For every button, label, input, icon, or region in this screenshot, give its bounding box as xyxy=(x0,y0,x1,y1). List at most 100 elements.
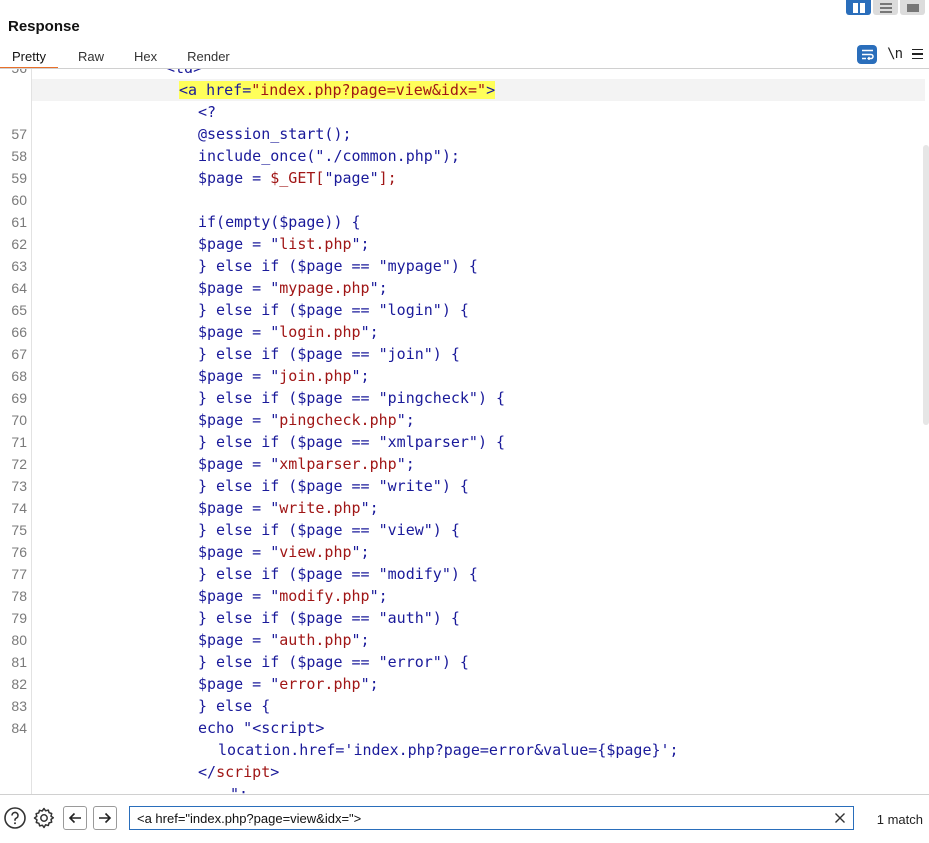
show-newlines-button[interactable]: \n xyxy=(887,46,903,62)
code-text: if(empty($page)) { xyxy=(198,211,361,233)
tab-render[interactable]: Render xyxy=(175,45,242,69)
code-line: 59 $page = $_GET["page"]; xyxy=(0,167,929,189)
code-line: 79} else if ($page == "auth") { xyxy=(0,607,929,629)
code-line: <? xyxy=(0,101,929,123)
code-token: "; xyxy=(351,235,370,253)
code-token: if(empty($page)) { xyxy=(198,213,361,231)
code-line: location.href='index.php?page=error&valu… xyxy=(0,739,929,761)
line-number: 56 xyxy=(0,69,27,79)
line-number: 60 xyxy=(11,192,27,208)
code-token: $page = " xyxy=(198,455,280,473)
code-line: 78 $page = "modify.php"; xyxy=(0,585,929,607)
code-token: } else if ($page == "view") { xyxy=(198,521,460,539)
line-number: 75 xyxy=(11,522,27,538)
code-token: error.php xyxy=(279,675,361,693)
code-token: $page = " xyxy=(198,235,280,253)
line-number: 58 xyxy=(11,148,27,164)
code-line: 83} else { xyxy=(0,695,929,717)
code-token: login.php xyxy=(279,323,361,341)
code-line: 61 if(empty($page)) { xyxy=(0,211,929,233)
code-line: "; xyxy=(0,783,929,794)
code-line: 71 } else if ($page == "xmlparser") { xyxy=(0,431,929,453)
code-token: "page" xyxy=(324,169,379,187)
code-token: } else if ($page == "error") { xyxy=(198,653,469,671)
code-token: ]; xyxy=(378,169,397,187)
code-token: location.href='index.php?page=error&valu… xyxy=(218,741,679,759)
code-text: } else if ($page == "pingcheck") { xyxy=(198,387,505,409)
code-line: 68 $page = "join.php"; xyxy=(0,365,929,387)
word-wrap-icon[interactable] xyxy=(857,44,878,64)
code-line: 69 } else if ($page == "pingcheck") { xyxy=(0,387,929,409)
code-token: } else if ($page == "login") { xyxy=(198,301,469,319)
line-number: 68 xyxy=(11,368,27,384)
code-text: } else if ($page == "login") { xyxy=(198,299,469,321)
line-number: 77 xyxy=(11,566,27,582)
code-token: > xyxy=(486,81,496,99)
tab-raw[interactable]: Raw xyxy=(66,45,116,69)
code-text: "; xyxy=(230,783,248,794)
code-text: $page = "xmlparser.php"; xyxy=(198,453,415,475)
editor-tools: \n xyxy=(857,44,923,64)
code-line: 64 $page = "mypage.php"; xyxy=(0,277,929,299)
line-number: 72 xyxy=(11,456,27,472)
code-token: } else if ($page == "modify") { xyxy=(198,565,478,583)
code-token: "; xyxy=(369,279,388,297)
line-number: 84 xyxy=(11,720,27,736)
tab-pretty[interactable]: Pretty xyxy=(0,45,58,69)
close-icon[interactable] xyxy=(833,811,847,825)
code-token: xmlparser.php xyxy=(279,455,397,473)
single-pane-icon[interactable] xyxy=(900,0,925,15)
code-token: $page = " xyxy=(198,543,280,561)
code-text: $page = "join.php"; xyxy=(198,365,370,387)
code-token: } else if ($page == "pingcheck") { xyxy=(198,389,506,407)
match-count: 1 match xyxy=(876,812,923,827)
code-line: 77 } else if ($page == "modify") { xyxy=(0,563,929,585)
line-number: 73 xyxy=(11,478,27,494)
line-number: 76 xyxy=(11,544,27,560)
code-token: view.php xyxy=(279,543,352,561)
code-token: mypage.php xyxy=(279,279,370,297)
code-token: <td> xyxy=(166,69,202,77)
code-token: $page = " xyxy=(198,323,280,341)
line-number: 71 xyxy=(11,434,27,450)
arrow-left-icon[interactable] xyxy=(63,806,87,830)
search-input[interactable] xyxy=(130,807,830,829)
code-text: $page = "view.php"; xyxy=(198,541,370,563)
code-text: } else if ($page == "write") { xyxy=(198,475,469,497)
hamburger-menu-icon[interactable] xyxy=(912,48,923,60)
line-number: 63 xyxy=(11,258,27,274)
tab-hex[interactable]: Hex xyxy=(122,45,169,69)
code-token: "; xyxy=(351,631,370,649)
code-token: script xyxy=(216,763,271,781)
line-number: 69 xyxy=(11,390,27,406)
code-line: 70 $page = "pingcheck.php"; xyxy=(0,409,929,431)
arrow-right-icon[interactable] xyxy=(93,806,117,830)
line-number: 78 xyxy=(11,588,27,604)
gear-icon[interactable] xyxy=(31,805,57,831)
code-token: pingcheck.php xyxy=(279,411,397,429)
code-text: $page = "list.php"; xyxy=(198,233,370,255)
split-columns-icon[interactable] xyxy=(846,0,871,15)
code-text: } else if ($page == "xmlparser") { xyxy=(198,431,505,453)
code-line: 75 } else if ($page == "view") { xyxy=(0,519,929,541)
code-token: $page = " xyxy=(198,675,280,693)
code-editor[interactable]: 56 <td> <a href="index.php?page=view&idx="… xyxy=(0,69,929,794)
vertical-scrollbar[interactable] xyxy=(923,145,929,425)
code-token: } else if ($page == "write") { xyxy=(198,477,469,495)
code-token: "; xyxy=(360,675,379,693)
code-area: 56 <td> <a href="index.php?page=view&idx="… xyxy=(0,69,929,794)
code-token: href= xyxy=(197,81,252,99)
code-text: } else if ($page == "error") { xyxy=(198,651,469,673)
code-token: auth.php xyxy=(279,631,352,649)
code-token: $page = " xyxy=(198,279,280,297)
code-line: <a href="index.php?page=view&idx="> xyxy=(32,79,925,101)
code-token: <? xyxy=(198,103,217,121)
split-rows-icon[interactable] xyxy=(873,0,898,15)
code-text: $page = "write.php"; xyxy=(198,497,379,519)
code-token: "; xyxy=(396,455,415,473)
help-icon[interactable] xyxy=(2,805,28,831)
code-token: } else if ($page == "join") { xyxy=(198,345,460,363)
line-number: 62 xyxy=(11,236,27,252)
code-token: $page = " xyxy=(198,411,280,429)
code-text: </script> xyxy=(198,761,279,783)
